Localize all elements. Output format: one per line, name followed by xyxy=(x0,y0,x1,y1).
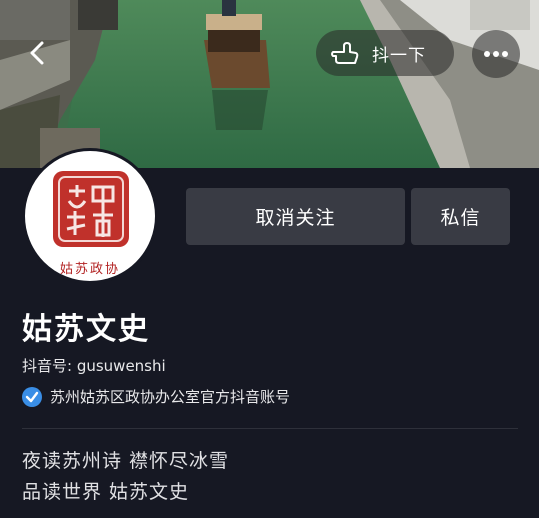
shake-label: 抖一下 xyxy=(372,45,426,66)
ellipsis-icon xyxy=(484,51,508,57)
profile-name: 姑苏文史 xyxy=(22,312,150,347)
chevron-left-icon xyxy=(30,41,44,65)
shake-button[interactable]: 抖一下 xyxy=(316,30,454,76)
bio-line: 夜读苏州诗 襟怀尽冰雪 xyxy=(22,450,230,472)
message-button[interactable]: 私信 xyxy=(411,188,510,245)
verified-check-icon xyxy=(22,386,42,407)
hand-point-icon xyxy=(331,42,359,64)
back-button[interactable] xyxy=(22,38,52,68)
bio-line: 品读世界 姑苏文史 xyxy=(22,481,190,503)
unfollow-button[interactable]: 取消关注 xyxy=(186,188,405,245)
verified-text: 苏州姑苏区政协办公室官方抖音账号 xyxy=(50,388,291,406)
douyin-id: 抖音号: gusuwenshi xyxy=(22,357,166,375)
more-button[interactable] xyxy=(472,30,520,78)
verified-badge-row: 苏州姑苏区政协办公室官方抖音账号 xyxy=(22,386,290,407)
avatar[interactable]: 姑苏政协 xyxy=(22,148,158,284)
cover-photo xyxy=(0,0,539,168)
divider xyxy=(22,428,518,429)
seal-caption: 姑苏政协 xyxy=(59,262,120,277)
